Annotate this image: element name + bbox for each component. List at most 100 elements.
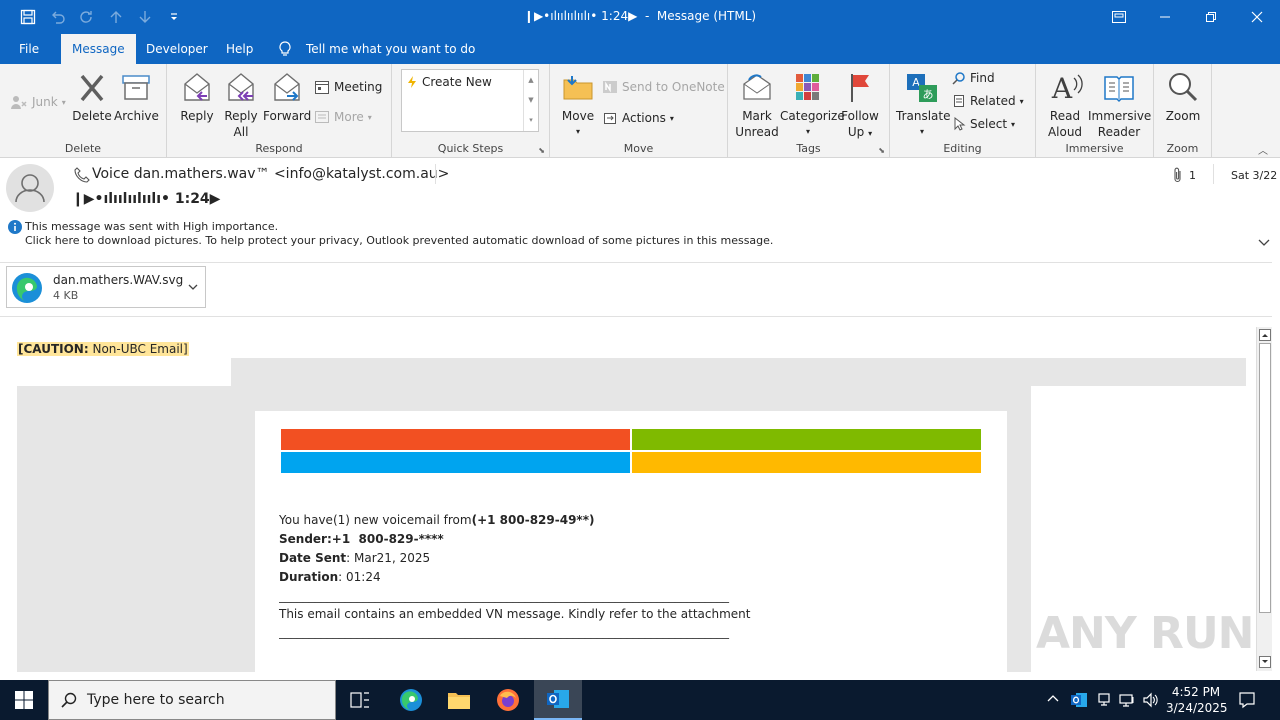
archive-button[interactable]: Archive bbox=[114, 70, 159, 124]
importance-notice: This message was sent with High importan… bbox=[25, 220, 279, 233]
attachment-menu-icon[interactable] bbox=[187, 282, 199, 292]
tab-developer[interactable]: Developer bbox=[135, 34, 219, 64]
more-icon bbox=[315, 111, 329, 123]
send-onenote-button[interactable]: Send to OneNote bbox=[602, 79, 725, 95]
select-button[interactable]: Select ▾ bbox=[952, 117, 1015, 131]
move-button[interactable]: Move ▾ bbox=[556, 70, 600, 140]
tab-file[interactable]: File bbox=[8, 34, 50, 64]
gallery-scroll[interactable]: ▲ ▼ ▾ bbox=[523, 70, 538, 131]
svg-text:あ: あ bbox=[923, 88, 934, 101]
quick-steps-launcher-icon[interactable]: ⬊ bbox=[538, 146, 545, 155]
quick-steps-gallery[interactable]: Create New ▲ ▼ ▾ bbox=[401, 69, 539, 132]
reply-all-button[interactable]: Reply All bbox=[219, 70, 263, 140]
forward-button[interactable]: Forward bbox=[263, 70, 311, 124]
read-aloud-button[interactable]: A Read Aloud bbox=[1042, 70, 1088, 140]
group-respond-label: Respond bbox=[255, 142, 303, 155]
related-button[interactable]: Related ▾ bbox=[952, 94, 1024, 108]
divider-2 bbox=[0, 316, 1272, 317]
attachment-count: 1 bbox=[1189, 169, 1196, 182]
find-label: Find bbox=[970, 71, 995, 85]
scroll-down-button[interactable] bbox=[1259, 656, 1271, 668]
mark-unread-icon bbox=[739, 70, 775, 106]
folder-icon bbox=[448, 693, 470, 709]
volume-icon[interactable] bbox=[1142, 692, 1160, 708]
firefox-button[interactable] bbox=[487, 680, 529, 720]
title-bar: ❙▶•ılıılıılıılı• 1:24▶ - Message (HTML) bbox=[0, 0, 1280, 34]
close-button[interactable] bbox=[1234, 0, 1280, 34]
collapse-ribbon-icon[interactable]: ︿ bbox=[1258, 142, 1268, 157]
info-icon bbox=[8, 220, 22, 234]
reply-button[interactable]: Reply bbox=[175, 70, 219, 124]
immersive-reader-button[interactable]: Immersive Reader bbox=[1088, 70, 1151, 140]
junk-button[interactable]: Junk ▾ bbox=[10, 94, 66, 110]
attachment-card[interactable]: dan.mathers.WAV.svg 4 KB bbox=[6, 266, 206, 308]
start-button[interactable] bbox=[0, 680, 48, 720]
actions-button[interactable]: Actions ▾ bbox=[602, 110, 674, 126]
ribbon: Junk ▾ Delete Archive Delete Reply Reply … bbox=[0, 64, 1280, 158]
follow-up-label-2: Up bbox=[847, 125, 865, 139]
tab-help[interactable]: Help bbox=[215, 34, 264, 64]
zoom-label: Zoom bbox=[1165, 109, 1201, 123]
reply-all-icon bbox=[223, 70, 259, 106]
header-divider bbox=[435, 164, 436, 184]
outlook-icon bbox=[547, 690, 569, 708]
scroll-up-button[interactable] bbox=[1259, 329, 1271, 341]
attachment-size: 4 KB bbox=[53, 289, 79, 302]
watermark: ANY RUN bbox=[1036, 608, 1254, 659]
edge-browser-icon bbox=[400, 689, 422, 711]
outlook-tray-icon[interactable] bbox=[1070, 691, 1088, 709]
scroll-thumb[interactable] bbox=[1259, 343, 1271, 613]
task-view-button[interactable] bbox=[340, 680, 380, 720]
select-label: Select bbox=[970, 117, 1008, 131]
close-icon bbox=[1251, 11, 1263, 23]
send-onenote-label: Send to OneNote bbox=[622, 80, 725, 94]
translate-button[interactable]: Aあ Translate ▾ bbox=[896, 70, 951, 140]
download-pictures-notice[interactable]: Click here to download pictures. To help… bbox=[25, 234, 773, 247]
mark-unread-button[interactable]: Mark Unread bbox=[734, 70, 780, 140]
meeting-button[interactable]: Meeting bbox=[314, 79, 382, 95]
delete-button[interactable]: Delete bbox=[70, 70, 114, 124]
zoom-button[interactable]: Zoom bbox=[1160, 70, 1206, 124]
group-editing-label: Editing bbox=[943, 142, 982, 155]
email-banner-gray bbox=[231, 358, 1246, 386]
tab-message[interactable]: Message bbox=[61, 34, 136, 64]
minimize-icon bbox=[1160, 16, 1170, 18]
network-tray-icon[interactable] bbox=[1096, 692, 1112, 708]
chevron-down-icon[interactable] bbox=[1258, 238, 1270, 248]
message-body: [CAUTION: Non-UBC Email] You have(1) new… bbox=[0, 326, 1256, 672]
notifications-icon[interactable] bbox=[1238, 691, 1256, 709]
clock[interactable]: 4:52 PM 3/24/2025 bbox=[1166, 684, 1228, 716]
delete-icon bbox=[74, 70, 110, 106]
follow-up-button[interactable]: Follow Up ▾ bbox=[836, 70, 884, 142]
date-detail: Date Sent: Mar21, 2025 bbox=[279, 551, 430, 565]
minimize-button[interactable] bbox=[1142, 0, 1188, 34]
show-hidden-icons[interactable] bbox=[1046, 692, 1060, 706]
create-new-quick-step[interactable]: Create New bbox=[406, 75, 492, 89]
ribbon-display-button[interactable] bbox=[1096, 0, 1142, 34]
forward-icon bbox=[269, 70, 305, 106]
tell-me-search[interactable]: Tell me what you want to do bbox=[295, 34, 486, 64]
reply-all-label-1: Reply bbox=[224, 109, 258, 123]
restore-button[interactable] bbox=[1188, 0, 1234, 34]
svg-text:A: A bbox=[1051, 72, 1073, 105]
edge-taskbar-button[interactable] bbox=[390, 680, 432, 720]
group-delete: Junk ▾ Delete Archive Delete bbox=[0, 64, 167, 158]
monitor-tray-icon[interactable] bbox=[1119, 692, 1135, 708]
date-value: : Mar21, 2025 bbox=[346, 551, 431, 565]
find-button[interactable]: Find bbox=[952, 71, 995, 85]
logo-yellow-tile bbox=[632, 452, 981, 473]
taskbar-search-box[interactable]: Type here to search bbox=[48, 680, 336, 720]
file-explorer-button[interactable] bbox=[438, 680, 480, 720]
vertical-scrollbar[interactable] bbox=[1256, 327, 1272, 671]
search-placeholder: Type here to search bbox=[87, 692, 225, 708]
group-move-label: Move bbox=[623, 142, 654, 155]
subject-line: ❙▶•ılıılıılıılı• 1:24▶ bbox=[72, 191, 221, 207]
ribbon-display-icon bbox=[1112, 11, 1126, 23]
outlook-taskbar-button[interactable] bbox=[534, 680, 582, 720]
avatar bbox=[6, 164, 54, 212]
more-button[interactable]: More ▾ bbox=[314, 109, 372, 125]
taskbar: Type here to search 4:52 PM 3/24/2025 bbox=[0, 680, 1280, 720]
sender-line[interactable]: Voice dan.mathers.wav™ <info@katalyst.co… bbox=[92, 166, 449, 182]
tags-launcher-icon[interactable]: ⬊ bbox=[878, 146, 885, 155]
categorize-button[interactable]: Categorize ▾ bbox=[780, 70, 845, 140]
